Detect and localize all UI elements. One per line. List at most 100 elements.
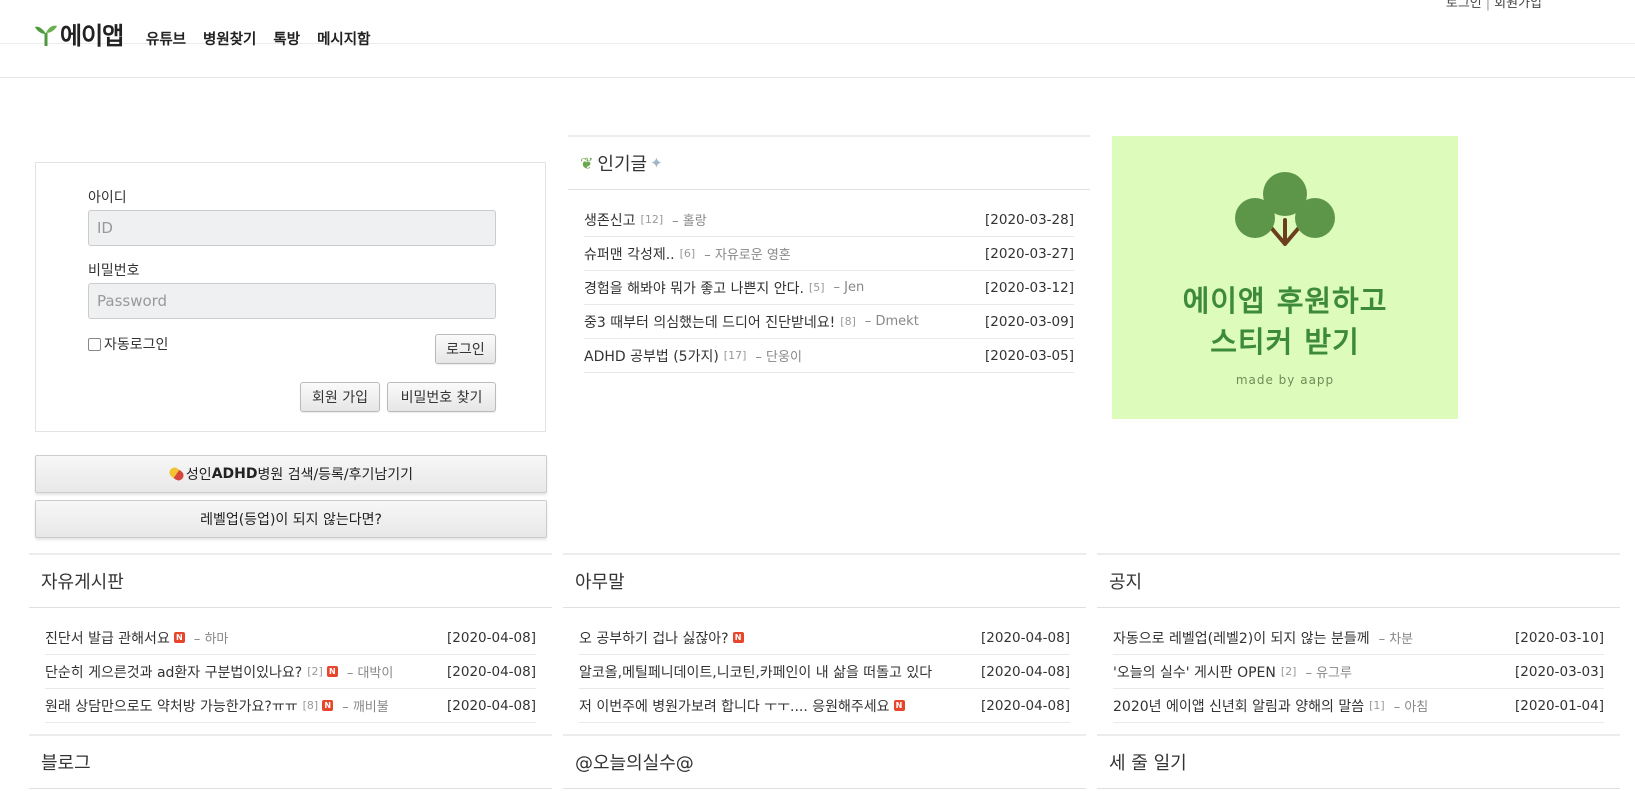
post-title[interactable]: 자동으로 레벨업(레벨2)이 되지 않는 분들께 (1113, 628, 1370, 648)
board-title[interactable]: 공지 (1097, 553, 1620, 608)
board-title[interactable]: @오늘의실수@ (563, 734, 1086, 789)
new-badge: N (326, 666, 338, 677)
post-title[interactable]: 2020년 에이앱 신년회 알림과 양해의 말씀 (1113, 696, 1364, 716)
comment-count: [5] (808, 281, 825, 294)
bird-icon: ✦ (650, 154, 663, 172)
comment-count: [17] (723, 349, 747, 362)
board-title[interactable]: 자유게시판 (29, 553, 552, 608)
comment-count: [12] (640, 213, 664, 226)
find-password-button[interactable]: 비밀번호 찾기 (387, 382, 496, 412)
levelup-help-button[interactable]: 레벨업(등업)이 되지 않는다면? (35, 500, 547, 538)
id-label: 아이디 (88, 190, 127, 206)
login-button[interactable]: 로그인 (435, 334, 496, 364)
board-todays-mistake: @오늘의실수@ (563, 734, 1086, 789)
post-date: [2020-03-28] (985, 211, 1074, 228)
login-form: 아이디 ID 비밀번호 Password 자동로그인 로그인 회원 가입 비밀번… (35, 162, 546, 432)
post-author: – 대박이 (346, 666, 394, 681)
banner-line-2: 스티커 받기 (1210, 325, 1360, 359)
tree-icon (1235, 172, 1335, 246)
board-title[interactable]: 아무말 (563, 553, 1086, 608)
list-item[interactable]: 슈퍼맨 각성제.. [6] – 자유로운 영혼 [2020-03-27] (584, 237, 1074, 271)
leaf-icon: ❦ (580, 153, 594, 173)
nav-youtube[interactable]: 유튜브 (146, 28, 186, 49)
nav-chatroom[interactable]: 톡방 (273, 28, 300, 49)
post-author: – Jen (833, 280, 865, 295)
post-date: [2020-04-08] (447, 663, 536, 680)
list-item[interactable]: 중3 때부터 의심했는데 드디어 진단받네요! [8] – Dmekt [2020-0… (584, 305, 1074, 339)
post-date: [2020-01-04] (1515, 697, 1604, 714)
post-title[interactable]: 진단서 발급 관해서요 (45, 628, 170, 648)
post-date: [2020-04-08] (981, 663, 1070, 680)
list-item[interactable]: '오늘의 실수' 게시판 OPEN [2] – 유그루 [2020-03-03] (1113, 655, 1604, 689)
post-title[interactable]: 중3 때부터 의심했는데 드디어 진단받네요! (584, 312, 835, 332)
new-badge: N (173, 632, 185, 643)
board-title[interactable]: 블로그 (29, 734, 552, 789)
list-item[interactable]: ADHD 공부법 (5가지) [17] – 단웅이 [2020-03-05] (584, 339, 1074, 373)
post-author: – 단웅이 (755, 350, 802, 365)
board-list: 오 공부하기 겁나 싫잖아? N [2020-04-08] 알코올,메틸페니데이트,니… (563, 608, 1086, 723)
list-item[interactable]: 생존신고 [12] – 홀랑 [2020-03-28] (584, 203, 1074, 237)
post-date: [2020-03-05] (985, 347, 1074, 364)
post-main: 진단서 발급 관해서요 N – 하마 (45, 628, 228, 648)
post-title[interactable]: ADHD 공부법 (5가지) (584, 346, 719, 366)
post-title[interactable]: 생존신고 (584, 210, 636, 230)
post-title[interactable]: 슈퍼맨 각성제.. (584, 244, 675, 264)
list-item[interactable]: 경험을 해봐야 뭐가 좋고 나쁜지 안다. [5] – Jen [2020-03-12… (584, 271, 1074, 305)
account-links: 로그인 | 회원가입 (1446, 0, 1542, 11)
site-logo[interactable]: 에이앱 (34, 16, 124, 51)
post-title[interactable]: 경험을 해봐야 뭐가 좋고 나쁜지 안다. (584, 278, 804, 298)
post-title[interactable]: 저 이번주에 병원가보려 합니다 ㅜㅜ.... 응원해주세요 (579, 696, 890, 716)
post-title[interactable]: 원래 상담만으로도 약처방 가능한가요?ㅠㅠ (45, 696, 298, 716)
popular-list: 생존신고 [12] – 홀랑 [2020-03-28] 슈퍼맨 각성제.. [6] – 자유… (568, 190, 1090, 373)
signup-link[interactable]: 회원가입 (1494, 0, 1542, 11)
post-main: 알코올,메틸페니데이트,니코틴,카페인이 내 삶을 떠돌고 있다 (579, 662, 932, 682)
hospital-search-button[interactable]: 성인 ADHD 병원 검색/등록/후기남기기 (35, 455, 547, 493)
comment-count: [8] (840, 315, 856, 328)
post-main: 생존신고 [12] – 홀랑 (584, 210, 707, 230)
sprout-icon (35, 25, 57, 46)
post-title[interactable]: 단순히 게으른것과 ad환자 구분법이있나요? (45, 662, 302, 682)
post-main: 슈퍼맨 각성제.. [6] – 자유로운 영혼 (584, 244, 791, 264)
post-author: – 자유로운 영혼 (704, 248, 791, 263)
new-badge: N (732, 632, 744, 643)
signup-button[interactable]: 회원 가입 (300, 382, 380, 412)
board-list: 자동으로 레벨업(레벨2)이 되지 않는 분들께 – 차분 [2020-03-10]… (1097, 608, 1620, 723)
list-item[interactable]: 알코올,메틸페니데이트,니코틴,카페인이 내 삶을 떠돌고 있다 [2020-04… (579, 655, 1070, 689)
password-input[interactable]: Password (88, 283, 496, 319)
banner-credit: made by aapp (1235, 373, 1335, 387)
post-date: [2020-03-27] (985, 245, 1074, 262)
post-date: [2020-03-09] (985, 313, 1074, 330)
board-title[interactable]: 세 줄 일기 (1097, 734, 1620, 789)
list-item[interactable]: 2020년 에이앱 신년회 알림과 양해의 말씀 [1] – 아침 [2020-01-… (1113, 689, 1604, 723)
post-author: – 차분 (1378, 632, 1414, 647)
post-date: [2020-03-10] (1515, 629, 1604, 646)
post-date: [2020-04-08] (981, 697, 1070, 714)
post-title[interactable]: 오 공부하기 겁나 싫잖아? (579, 628, 729, 648)
comment-count: [6] (679, 247, 696, 260)
list-item[interactable]: 오 공부하기 겁나 싫잖아? N [2020-04-08] (579, 621, 1070, 655)
main-nav: 유튜브 병원찾기 톡방 메시지함 (146, 28, 370, 49)
post-date: [2020-04-08] (447, 697, 536, 714)
login-link[interactable]: 로그인 (1446, 0, 1482, 11)
id-input[interactable]: ID (88, 210, 496, 246)
post-title[interactable]: 알코올,메틸페니데이트,니코틴,카페인이 내 삶을 떠돌고 있다 (579, 662, 932, 682)
list-item[interactable]: 진단서 발급 관해서요 N – 하마 [2020-04-08] (45, 621, 536, 655)
list-item[interactable]: 자동으로 레벨업(레벨2)이 되지 않는 분들께 – 차분 [2020-03-10] (1113, 621, 1604, 655)
nav-messages[interactable]: 메시지함 (317, 28, 370, 49)
sponsor-banner[interactable]: 에이앱 후원하고 스티커 받기 made by aapp (1112, 136, 1458, 419)
post-title[interactable]: '오늘의 실수' 게시판 OPEN (1113, 662, 1276, 682)
board-three-line-diary: 세 줄 일기 (1097, 734, 1620, 789)
popular-title: 인기글 (597, 154, 648, 175)
post-main: 경험을 해봐야 뭐가 좋고 나쁜지 안다. [5] – Jen (584, 278, 864, 298)
top-header: 에이앱 유튜브 병원찾기 톡방 메시지함 로그인 | 회원가입 (0, 0, 1635, 78)
list-item[interactable]: 저 이번주에 병원가보려 합니다 ㅜㅜ.... 응원해주세요 N [2020-04-… (579, 689, 1070, 723)
nav-hospital-search[interactable]: 병원찾기 (203, 28, 256, 49)
autologin-option[interactable]: 자동로그인 (88, 334, 168, 354)
post-author: – 하마 (193, 632, 229, 647)
post-date: [2020-03-03] (1515, 663, 1604, 680)
autologin-checkbox[interactable] (88, 337, 101, 351)
list-item[interactable]: 단순히 게으른것과 ad환자 구분법이있나요? [2] N – 대박이 [2020-04… (45, 655, 536, 689)
post-author: – 아침 (1393, 700, 1429, 715)
post-main: 중3 때부터 의심했는데 드디어 진단받네요! [8] – Dmekt (584, 312, 919, 332)
list-item[interactable]: 원래 상담만으로도 약처방 가능한가요?ㅠㅠ [8] N – 깨비불 [2020-04-… (45, 689, 536, 723)
